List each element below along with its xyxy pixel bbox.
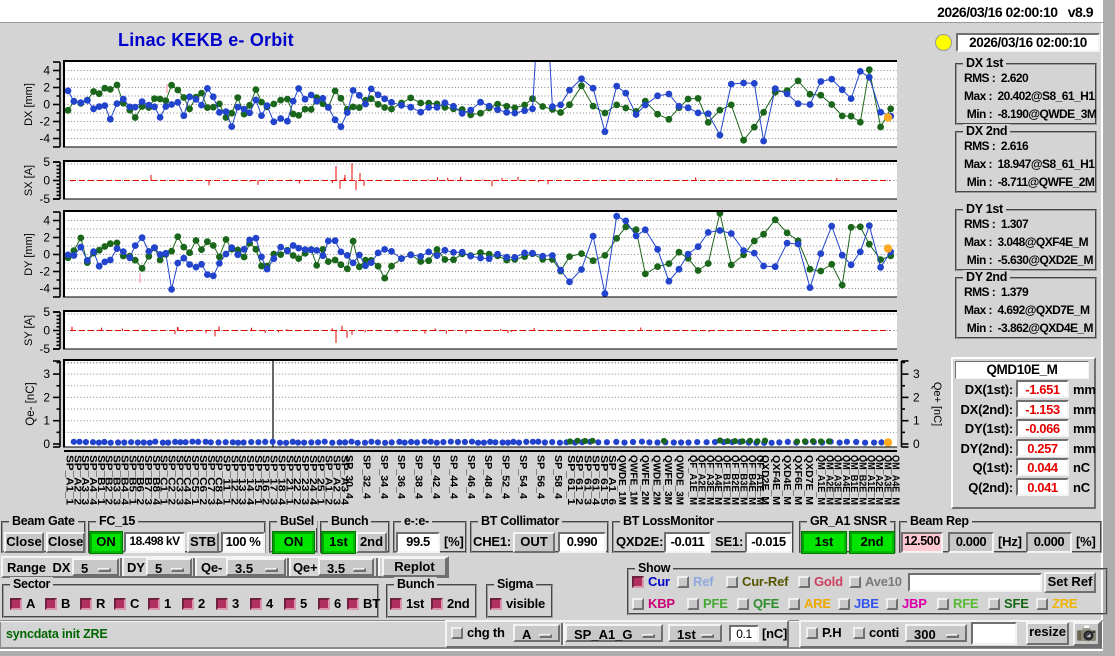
svg-text:-2: -2 — [39, 115, 50, 129]
svg-text:SP_A1_6: SP_A1_6 — [606, 455, 617, 506]
svg-text:SP_34_4: SP_34_4 — [378, 455, 389, 499]
svg-text:SP_32_4: SP_32_4 — [360, 455, 371, 499]
svg-text:SP_52_4: SP_52_4 — [500, 455, 511, 499]
svg-text:DY [mm]: DY [mm] — [23, 233, 35, 276]
svg-text:SY [A]: SY [A] — [23, 315, 35, 346]
svg-text:QXD4E_M: QXD4E_M — [781, 455, 792, 505]
svg-text:4: 4 — [43, 64, 50, 78]
svg-text:QM_A4E_M: QM_A4E_M — [890, 455, 901, 505]
svg-text:1: 1 — [43, 414, 50, 428]
svg-text:SP_38_4: SP_38_4 — [413, 455, 424, 499]
svg-text:-5: -5 — [39, 192, 50, 206]
svg-text:QXF6E_M: QXF6E_M — [792, 455, 803, 505]
svg-text:0: 0 — [43, 174, 50, 188]
svg-text:4: 4 — [43, 214, 50, 228]
svg-text:QWFE_1M: QWFE_1M — [628, 455, 639, 505]
svg-text:QXF4E_M: QXF4E_M — [770, 455, 781, 505]
svg-text:0: 0 — [43, 98, 50, 112]
svg-text:Qe+ [nC]: Qe+ [nC] — [931, 382, 943, 426]
svg-text:-5: -5 — [39, 342, 50, 356]
svg-text:QWDE_2M: QWDE_2M — [651, 455, 662, 505]
svg-text:SP_46_4: SP_46_4 — [465, 455, 476, 499]
svg-text:2: 2 — [43, 231, 50, 245]
svg-text:0: 0 — [913, 437, 920, 451]
svg-text:DX [mm]: DX [mm] — [23, 83, 35, 126]
svg-text:5: 5 — [43, 305, 50, 319]
svg-text:-2: -2 — [39, 265, 50, 279]
svg-text:SP_36_4: SP_36_4 — [395, 455, 406, 499]
svg-text:0: 0 — [43, 324, 50, 338]
svg-text:SP_30_4: SP_30_4 — [343, 455, 354, 499]
svg-text:SP_44_4: SP_44_4 — [447, 455, 458, 499]
svg-text:-4: -4 — [39, 132, 50, 146]
svg-text:SX [A]: SX [A] — [23, 165, 35, 196]
svg-text:SP_42_4: SP_42_4 — [430, 455, 441, 499]
svg-text:SP_54_4: SP_54_4 — [517, 455, 528, 499]
svg-text:Qe- [nC]: Qe- [nC] — [25, 382, 37, 425]
svg-text:2: 2 — [913, 390, 920, 404]
svg-text:QWDE_3M: QWDE_3M — [674, 455, 685, 505]
svg-text:SP_48_4: SP_48_4 — [482, 455, 493, 499]
svg-text:2: 2 — [43, 390, 50, 404]
svg-text:SP_58_4: SP_58_4 — [552, 455, 563, 499]
svg-text:QWDE_1M: QWDE_1M — [616, 455, 627, 505]
svg-text:QXD7E_M: QXD7E_M — [803, 455, 814, 505]
svg-text:5: 5 — [43, 155, 50, 169]
svg-text:QWFE_3M: QWFE_3M — [662, 455, 673, 505]
svg-text:-4: -4 — [39, 282, 50, 296]
svg-text:3: 3 — [913, 367, 920, 381]
svg-text:0: 0 — [43, 248, 50, 262]
svg-text:SP_56_4: SP_56_4 — [534, 455, 545, 499]
svg-text:2: 2 — [43, 81, 50, 95]
svg-text:1: 1 — [913, 414, 920, 428]
svg-text:QWFE_2M: QWFE_2M — [639, 455, 650, 505]
svg-text:0: 0 — [43, 437, 50, 451]
svg-text:QXD2E_M: QXD2E_M — [759, 455, 770, 505]
svg-text:3: 3 — [43, 367, 50, 381]
